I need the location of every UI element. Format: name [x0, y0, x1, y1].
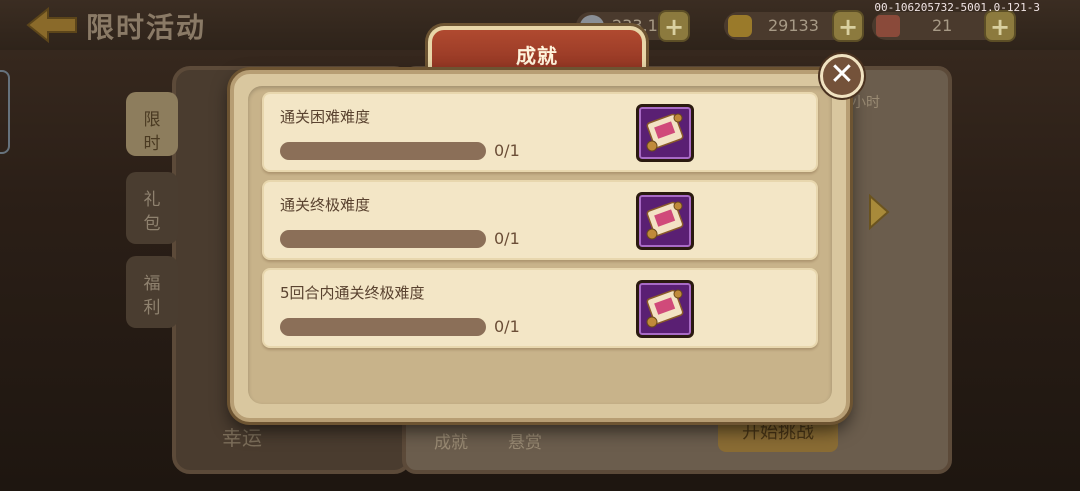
tab-gift[interactable]: 礼包	[126, 172, 178, 244]
tab-welfare[interactable]: 福利	[126, 256, 178, 328]
page-title: 限时活动	[86, 11, 207, 44]
title-scroll-icon	[646, 201, 684, 240]
reward-item[interactable]	[636, 192, 694, 250]
meat-icon	[876, 15, 900, 37]
close-button[interactable]: ✕	[820, 54, 864, 98]
close-icon: ✕	[829, 57, 855, 92]
resource-gold: 29133 +	[724, 10, 864, 42]
add-gold-button[interactable]: +	[832, 10, 864, 42]
debug-id: 00-106205732-5001.0-121-3	[874, 1, 1040, 14]
time-hint: 小时	[852, 95, 880, 111]
progress-text: 0/1	[494, 229, 520, 248]
bottom-bounty-button[interactable]: 悬赏	[490, 418, 560, 468]
tab-gift-label: 礼包	[143, 190, 161, 234]
resource-stamina-value: 21	[932, 16, 953, 35]
resource-gold-value: 29133	[768, 16, 819, 35]
bottom-achievement-button[interactable]: 成就	[416, 418, 486, 468]
progress-bar	[280, 142, 486, 160]
achievement-row: 5回合内通关终极难度 0/1	[262, 268, 818, 348]
achievement-row: 通关困难难度 0/1	[262, 92, 818, 172]
add-silver-button[interactable]: +	[658, 10, 690, 42]
reward-item[interactable]	[636, 280, 694, 338]
next-arrow-icon[interactable]	[866, 192, 892, 232]
progress-text: 0/1	[494, 141, 520, 160]
back-arrow-icon[interactable]	[24, 6, 80, 44]
lucky-activity-label[interactable]: 幸运	[196, 418, 296, 458]
add-stamina-button[interactable]: +	[984, 10, 1016, 42]
tab-welfare-label: 福利	[143, 274, 161, 318]
achievement-name: 5回合内通关终极难度	[280, 284, 425, 302]
resource-stamina: 21 +	[872, 10, 1016, 42]
achievement-row: 通关终极难度 0/1	[262, 180, 818, 260]
tab-limited-label: 限时	[143, 110, 161, 154]
dialog-title-tab: 成就	[428, 26, 646, 76]
achievement-name: 通关困难难度	[280, 108, 371, 126]
gold-ingot-icon	[728, 15, 752, 37]
title-scroll-icon	[646, 113, 684, 152]
progress-bar	[280, 230, 486, 248]
progress-bar	[280, 318, 486, 336]
dialog-title: 成就	[516, 44, 558, 68]
achievement-name: 通关终极难度	[280, 196, 371, 214]
title-scroll-icon	[646, 289, 684, 328]
progress-text: 0/1	[494, 317, 520, 336]
tab-limited[interactable]: 限时	[126, 92, 178, 156]
left-edge-handle[interactable]	[0, 70, 10, 154]
reward-item[interactable]	[636, 104, 694, 162]
